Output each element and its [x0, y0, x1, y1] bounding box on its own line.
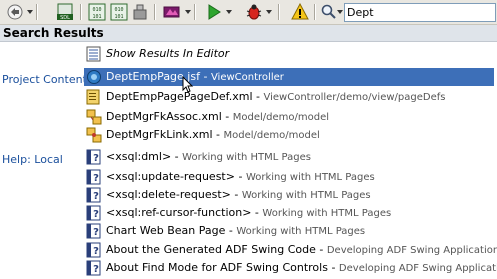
- debug-dropdown-icon[interactable]: [266, 10, 272, 14]
- navigate-dropdown-icon[interactable]: [27, 10, 33, 14]
- svg-text:101: 101: [114, 14, 123, 20]
- svg-text:?: ?: [93, 246, 99, 257]
- svg-text:?: ?: [93, 191, 99, 202]
- search-dropdown-icon[interactable]: [337, 10, 343, 14]
- list-item[interactable]: DeptEmpPage.jsf - ViewController: [84, 68, 494, 86]
- clean-icon[interactable]: [131, 3, 149, 21]
- help-topic-icon: ?: [86, 187, 101, 203]
- list-item-name: <xsql:dml>: [106, 150, 172, 163]
- section-label-project-content: Project Content: [2, 73, 87, 86]
- help-topic-icon: ?: [86, 260, 101, 276]
- toolbar-separator: [278, 4, 280, 20]
- list-item-path: Developing ADF Swing Applications: [326, 245, 497, 256]
- list-item-name: <xsql:delete-request>: [106, 188, 231, 201]
- search-input[interactable]: [347, 5, 487, 19]
- jsf-page-icon: [87, 70, 101, 84]
- list-item-name: DeptEmpPagePageDef.xml: [106, 90, 253, 103]
- run-icon[interactable]: [205, 3, 223, 21]
- help-topic-icon: ?: [86, 149, 101, 165]
- list-item-path: ViewController/demo/view/pageDefs: [263, 92, 446, 103]
- list-item-separator: -: [212, 128, 224, 141]
- list-item-name: DeptMgrFkAssoc.xml: [106, 110, 222, 123]
- run-dropdown-icon[interactable]: [226, 10, 232, 14]
- toolbar: SDL 010 101 010 101: [0, 0, 497, 25]
- view-link-icon: [86, 127, 102, 143]
- svg-text:?: ?: [93, 209, 99, 220]
- search-results-header: Search Results: [0, 25, 497, 42]
- section-label-help-local: Help: Local: [2, 153, 63, 166]
- list-item-separator: -: [251, 206, 263, 219]
- debug-icon[interactable]: [245, 3, 263, 21]
- page-def-file-icon: [86, 89, 100, 105]
- svg-text:?: ?: [93, 264, 99, 275]
- toolbar-separator: [314, 4, 316, 20]
- list-item-separator: -: [315, 243, 327, 256]
- toolbar-separator: [80, 4, 82, 20]
- list-item-path: Model/demo/model: [223, 130, 320, 141]
- list-item-name: DeptMgrFkLink.xml: [106, 128, 213, 141]
- list-item-path: Developing ADF Swing Applications: [338, 263, 497, 274]
- list-item-name: Chart Web Bean Page: [106, 224, 226, 237]
- list-item-path: Working with HTML Pages: [262, 208, 392, 219]
- binary-101-icon[interactable]: 010 101: [110, 3, 128, 21]
- help-topic-icon: ?: [86, 169, 101, 185]
- association-icon: [86, 109, 102, 125]
- svg-text:?: ?: [93, 173, 99, 184]
- svg-text:101: 101: [92, 14, 101, 20]
- list-item-separator: -: [221, 110, 233, 123]
- toolbar-separator: [154, 4, 156, 20]
- mouse-cursor-icon: [182, 76, 194, 93]
- list-item-separator: -: [234, 170, 246, 183]
- list-item-separator: -: [327, 261, 339, 274]
- list-item-path: Working with HTML Pages: [182, 152, 311, 163]
- list-item-separator: -: [171, 150, 183, 163]
- svg-text:010: 010: [114, 7, 123, 13]
- list-item-separator: -: [252, 90, 264, 103]
- list-item-path: Working with HTML Pages: [236, 226, 366, 237]
- list-item-path: Working with HTML Pages: [245, 172, 375, 183]
- list-item-path: Model/demo/model: [232, 112, 330, 123]
- list-item-name: <xsql:ref-cursor-function>: [106, 206, 252, 219]
- list-item-name: <xsql:update-request>: [106, 170, 235, 183]
- help-topic-icon: ?: [86, 223, 101, 239]
- search-field[interactable]: [344, 3, 496, 22]
- run-configuration-dropdown-icon[interactable]: [185, 10, 191, 14]
- toolbar-separator: [36, 4, 38, 20]
- toolbar-separator: [194, 4, 196, 20]
- navigate-back-icon[interactable]: [6, 3, 24, 21]
- svg-text:SDL: SDL: [60, 15, 70, 21]
- show-results-label: Show Results In Editor: [106, 47, 230, 60]
- binary-010-icon[interactable]: 010 101: [88, 3, 106, 21]
- list-item-separator: -: [199, 70, 211, 83]
- help-topic-icon: ?: [86, 242, 101, 258]
- list-item-name: About the Generated ADF Swing Code: [106, 243, 316, 256]
- svg-text:?: ?: [93, 227, 99, 238]
- list-item-separator: -: [225, 224, 237, 237]
- run-configuration-icon[interactable]: [163, 3, 181, 21]
- search-icon[interactable]: [320, 3, 338, 21]
- svg-text:010: 010: [92, 7, 101, 13]
- sdl-icon[interactable]: SDL: [56, 3, 74, 21]
- list-item-separator: -: [230, 188, 242, 201]
- list-item-path: Working with HTML Pages: [241, 190, 371, 201]
- list-item-name: About Find Mode for ADF Swing Controls: [106, 261, 328, 274]
- list-item-path: ViewController: [210, 72, 284, 83]
- svg-text:?: ?: [93, 153, 99, 164]
- help-topic-icon: ?: [86, 205, 101, 221]
- warning-icon[interactable]: [291, 3, 309, 21]
- editor-list-icon: [86, 46, 101, 62]
